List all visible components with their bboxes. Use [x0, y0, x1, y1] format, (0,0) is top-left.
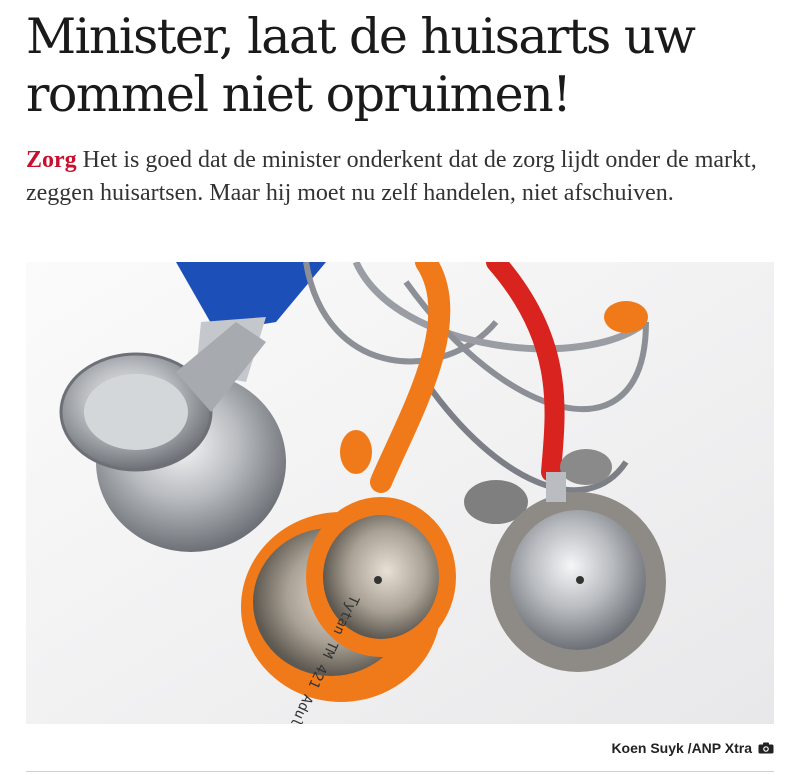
article-intro: Zorg Het is goed dat de minister onderke…: [26, 144, 774, 210]
camera-icon[interactable]: [758, 742, 774, 754]
photo-credit-text: Koen Suyk /ANP Xtra: [611, 740, 752, 756]
photo-credit[interactable]: Koen Suyk /ANP Xtra: [611, 738, 774, 758]
section-label[interactable]: Zorg: [26, 147, 77, 173]
article-headline: Minister, laat de huisarts uw rommel nie…: [26, 8, 696, 123]
divider: [26, 771, 774, 772]
stethoscopes-image: Tytan TM 421 Adult: [26, 262, 774, 724]
intro-text: Het is goed dat de minister onderkent da…: [26, 147, 757, 206]
article-photo[interactable]: Tytan TM 421 Adult: [26, 262, 774, 724]
